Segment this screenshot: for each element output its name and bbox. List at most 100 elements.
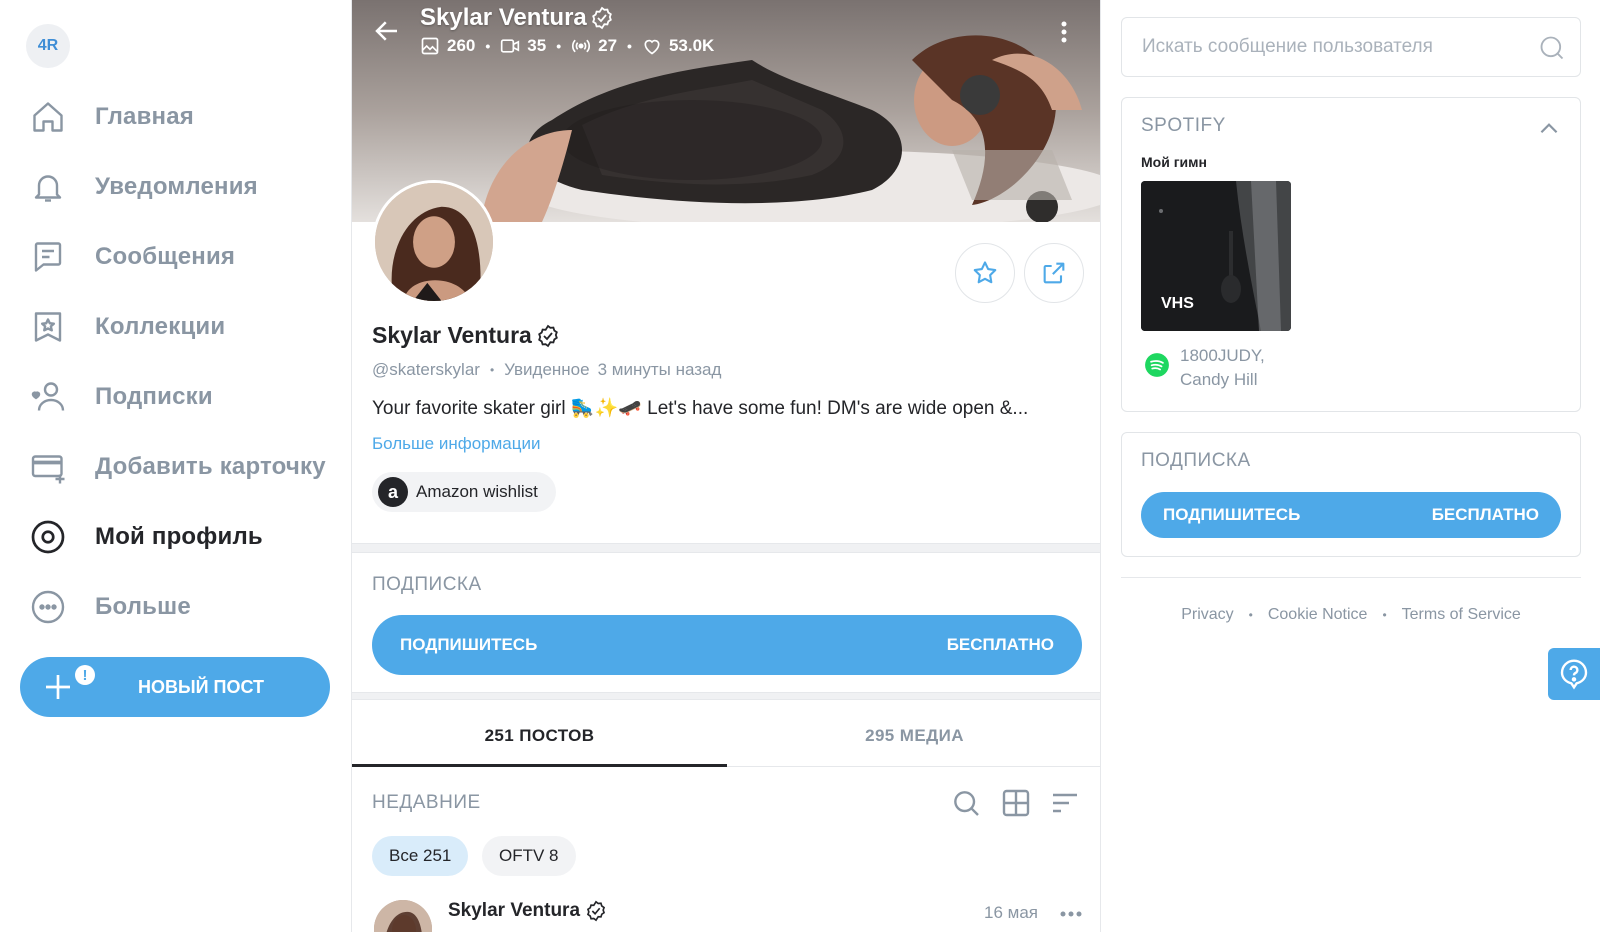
spotify-icon xyxy=(1144,352,1170,378)
track-title: Candy Hill xyxy=(1180,370,1258,389)
collections-icon xyxy=(28,307,68,347)
more-info-link[interactable]: Больше информации xyxy=(372,434,540,454)
sidebar-item-messages[interactable]: Сообщения xyxy=(28,222,348,292)
sidebar-item-label: Главная xyxy=(95,103,195,130)
subscription-card: ПОДПИСКА ПОДПИШИТЕСЬ БЕСПЛАТНО xyxy=(1121,432,1581,557)
verified-icon xyxy=(591,6,612,30)
subscribe-button[interactable]: ПОДПИШИТЕСЬ БЕСПЛАТНО xyxy=(372,615,1082,675)
profile-bio: Your favorite skater girl 🛼✨🛹 Let's have… xyxy=(372,398,1029,419)
sidebar-item-add-card[interactable]: Добавить карточку xyxy=(28,432,348,502)
back-arrow-icon[interactable] xyxy=(372,16,402,46)
streams-stat: 27 xyxy=(571,36,617,56)
share-button[interactable] xyxy=(1024,243,1084,303)
track-info[interactable]: 1800JUDY, Candy Hill xyxy=(1180,344,1265,392)
sidebar-item-more[interactable]: Больше xyxy=(28,572,348,642)
help-button[interactable] xyxy=(1548,648,1600,700)
sidebar-item-label: Больше xyxy=(95,593,191,620)
app-root: 4R Главная Уведомления Сообщения Коллекц… xyxy=(0,0,1600,932)
sidebar-item-label: Уведомления xyxy=(95,173,258,200)
track-artist: 1800JUDY, xyxy=(1180,346,1265,365)
kebab-menu-icon[interactable] xyxy=(1052,18,1076,46)
profile-stats: 260 • 35 • 27 • 53.0K xyxy=(420,36,714,56)
post-options-icon[interactable] xyxy=(1057,902,1085,926)
sidebar-item-label: Сообщения xyxy=(95,243,236,270)
alert-badge: ! xyxy=(75,665,95,685)
spotify-title: SPOTIFY xyxy=(1141,115,1226,136)
search-icon[interactable] xyxy=(1538,34,1566,62)
bell-icon xyxy=(28,167,68,207)
profile-column: Skylar Ventura 260 • 35 • 27 • 53.0K Sky… xyxy=(351,0,1101,932)
grid-view-icon[interactable] xyxy=(1000,787,1032,819)
sidebar-item-label: Подписки xyxy=(95,383,213,410)
album-title: VHS xyxy=(1161,295,1194,312)
tab-media[interactable]: 295 МЕДИА xyxy=(727,699,1100,767)
post-date: 16 мая xyxy=(984,903,1038,922)
sidebar-item-collections[interactable]: Коллекции xyxy=(28,292,348,362)
video-icon xyxy=(501,39,520,53)
filter-chip-oftv[interactable]: OFTV 8 xyxy=(482,836,576,876)
star-icon xyxy=(973,261,997,284)
sidebar-item-label: Коллекции xyxy=(95,313,226,340)
sidebar-item-label: Мой профиль xyxy=(95,523,263,550)
subscription-title: ПОДПИСКА xyxy=(372,574,482,595)
anthem-label: Мой гимн xyxy=(1141,154,1207,170)
seen-label: Увиденное xyxy=(504,360,590,379)
help-icon xyxy=(1560,659,1588,690)
subscribe-button-sidebar[interactable]: ПОДПИШИТЕСЬ БЕСПЛАТНО xyxy=(1141,492,1561,538)
chevron-up-icon[interactable] xyxy=(1536,116,1562,142)
cookie-notice-link[interactable]: Cookie Notice xyxy=(1268,606,1368,624)
amazon-icon: a xyxy=(378,477,408,507)
verified-icon xyxy=(537,324,558,347)
right-column: SPOTIFY Мой гимн VHS 1800JU xyxy=(1121,0,1581,932)
sidebar-item-home[interactable]: Главная xyxy=(28,82,348,152)
recent-title: НЕДАВНИЕ xyxy=(372,792,481,813)
album-cover[interactable]: VHS xyxy=(1141,181,1291,331)
profile-avatar[interactable] xyxy=(372,180,496,304)
stream-icon xyxy=(572,39,591,53)
section-divider xyxy=(352,543,1100,553)
profile-icon xyxy=(28,517,68,557)
footer-links: Privacy • Cookie Notice • Terms of Servi… xyxy=(1181,606,1521,624)
tab-posts[interactable]: 251 ПОСТОВ xyxy=(352,699,727,767)
spotify-card: SPOTIFY Мой гимн VHS 1800JUDY, Candy Hil… xyxy=(1121,97,1581,412)
search-input[interactable] xyxy=(1142,36,1522,58)
footer-divider xyxy=(1121,577,1581,578)
add-card-icon xyxy=(28,447,68,487)
image-icon xyxy=(421,37,439,55)
profile-tabs: 251 ПОСТОВ 295 МЕДИА xyxy=(352,699,1100,767)
sidebar-item-subscriptions[interactable]: Подписки xyxy=(28,362,348,432)
favorite-button[interactable] xyxy=(955,243,1015,303)
home-icon xyxy=(28,97,68,137)
seen-time: 3 минуты назад xyxy=(597,360,722,379)
more-icon xyxy=(28,587,68,627)
sidebar-item-label: Добавить карточку xyxy=(95,453,326,480)
post-author-name[interactable]: Skylar Ventura xyxy=(448,900,607,922)
likes-stat: 53.0K xyxy=(642,36,714,56)
sidebar-nav: Главная Уведомления Сообщения Коллекции xyxy=(28,82,348,642)
user-avatar[interactable]: 4R xyxy=(26,24,70,68)
message-icon xyxy=(28,237,68,277)
profile-name: Skylar Ventura xyxy=(372,322,560,349)
sidebar-item-notifications[interactable]: Уведомления xyxy=(28,152,348,222)
sidebar-item-my-profile[interactable]: Мой профиль xyxy=(28,502,348,572)
terms-link[interactable]: Terms of Service xyxy=(1402,606,1521,624)
amazon-wishlist-button[interactable]: a Amazon wishlist xyxy=(372,472,556,512)
profile-handle: @skaterskylar xyxy=(372,360,480,379)
plus-icon xyxy=(42,671,74,703)
verified-icon xyxy=(586,900,606,922)
subscriptions-icon xyxy=(28,377,68,417)
post-author-avatar[interactable] xyxy=(374,900,432,932)
cover-header: Skylar Ventura 260 • 35 • 27 • 53.0K xyxy=(352,0,1100,70)
heart-icon xyxy=(644,39,660,55)
subscription-card-title: ПОДПИСКА xyxy=(1141,450,1251,471)
search-icon[interactable] xyxy=(950,787,982,819)
filter-chip-all[interactable]: Все 251 xyxy=(372,836,469,876)
videos-stat: 35 xyxy=(500,36,546,56)
privacy-link[interactable]: Privacy xyxy=(1181,606,1233,624)
wishlist-label: Amazon wishlist xyxy=(416,482,538,501)
new-post-button[interactable]: ! НОВЫЙ ПОСТ xyxy=(20,657,330,717)
new-post-label: НОВЫЙ ПОСТ xyxy=(138,677,265,697)
user-message-search xyxy=(1121,17,1581,77)
sort-icon[interactable] xyxy=(1049,787,1081,819)
sidebar: 4R Главная Уведомления Сообщения Коллекц… xyxy=(0,0,350,932)
